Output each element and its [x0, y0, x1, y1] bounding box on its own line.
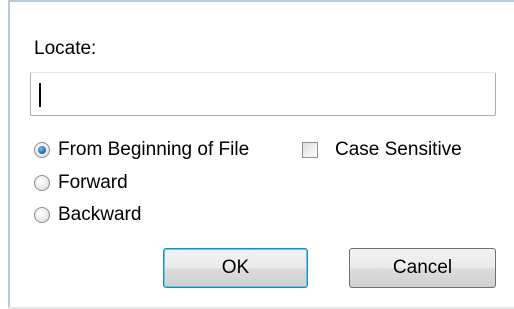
- text-caret: [39, 83, 41, 107]
- checkbox-box[interactable]: [302, 142, 318, 158]
- case-sensitive-label: Case Sensitive: [335, 139, 462, 160]
- locate-input[interactable]: [31, 73, 495, 115]
- radio-button-checked[interactable]: [34, 142, 50, 158]
- dialog-frame-left: [8, 0, 10, 309]
- dialog-frame-top: [8, 0, 514, 2]
- radio-button[interactable]: [34, 175, 50, 191]
- locate-dialog: Locate: From Beginning of File Forward B…: [0, 0, 514, 309]
- radio-button[interactable]: [34, 207, 50, 223]
- radio-forward-label: Forward: [58, 172, 128, 193]
- locate-label: Locate:: [34, 38, 97, 59]
- ok-button[interactable]: OK: [163, 248, 308, 288]
- radio-backward-label: Backward: [58, 204, 142, 225]
- locate-field[interactable]: [30, 72, 496, 116]
- radio-from-beginning-label: From Beginning of File: [58, 139, 250, 160]
- cancel-button[interactable]: Cancel: [349, 248, 496, 288]
